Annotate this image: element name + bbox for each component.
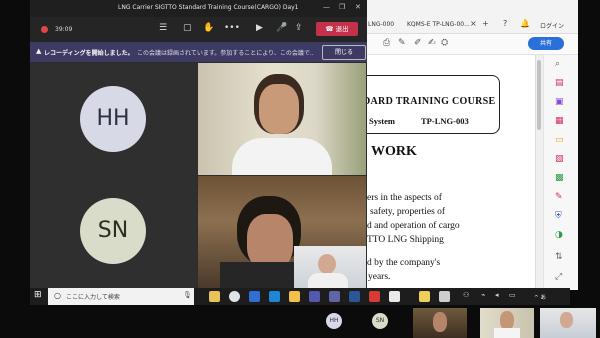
participants-icon[interactable]: ☰ [159,23,167,33]
self-view-person-face [318,254,336,274]
tray-ime-indicator[interactable]: ^ あ [534,293,546,301]
leave-label: 退出 [335,25,349,33]
taskbar-search-placeholder: ここに入力して検索 [66,294,120,301]
mini-video-2-shirt [494,328,520,338]
mini-video-3-face [560,312,573,328]
word-icon[interactable] [349,291,360,302]
doc-line-3: d and operation of cargo [367,221,460,231]
chat-icon[interactable]: ▢ [183,23,192,33]
warning-icon: ▲ [36,47,42,55]
doc-heading: WORK [371,144,417,159]
pdf-tab-2[interactable]: KQMS-E TP-LNG-00... [407,21,470,28]
mini-avatar-hh[interactable]: HH [326,313,342,329]
network-icon[interactable]: ⌁ [481,291,485,299]
comment-icon[interactable]: ✎ [398,38,406,48]
raise-hand-icon[interactable]: ✋ [203,23,214,33]
screen-right-edge [578,0,600,290]
share-button[interactable]: 共有 [528,37,564,50]
login-link[interactable]: ログイン [540,21,564,30]
outlook-icon[interactable] [249,291,260,302]
app-icon-2[interactable] [439,291,450,302]
edit-pdf-icon[interactable]: ▦ [555,116,564,126]
close-window-icon[interactable]: ✕ [355,3,361,11]
microphone-icon[interactable]: 🎤 [276,23,287,33]
teams-meeting-icon[interactable] [329,291,340,302]
fill-sign-icon[interactable]: ✎ [555,192,563,202]
chrome-icon[interactable] [229,291,240,302]
doc-line-6: years. [368,272,391,282]
battery-icon[interactable]: ▭ [509,291,516,299]
stamp-icon[interactable]: ⛭ [441,38,448,48]
doc-code: TP-LNG-003 [421,116,469,126]
doc-line-5: d by the company's [367,258,441,268]
sign-icon[interactable]: ✍ [428,38,436,48]
file-explorer-icon[interactable] [289,291,300,302]
camera-icon[interactable]: ▶ [256,23,263,33]
doc-line-2: safety, properties of [370,207,446,217]
avatar-hh: HH [80,86,146,152]
minimize-icon[interactable]: — [323,3,330,11]
self-view-person-body [308,273,348,288]
close-tab-icon[interactable]: × [470,19,477,28]
zoom-icon[interactable]: ⌕ [555,59,560,69]
pdf-tab-bar [365,0,600,34]
doc-course-title: DARD TRAINING COURSE [363,96,496,107]
window-title: LNG Carrier SIGTTO Standard Training Cou… [118,4,299,11]
voice-search-icon[interactable]: 🎙 [183,291,192,299]
acrobat-icon[interactable] [369,291,380,302]
mini-avatar-sn[interactable]: SN [372,313,388,329]
doc-line-1: ers in the aspects of [367,193,442,203]
recording-started-text: レコーディングを開始しました。 [44,50,134,57]
new-tab-icon[interactable]: + [482,19,489,28]
comment-tool-icon[interactable]: ▭ [555,135,564,145]
more-options-icon[interactable]: ••• [224,23,240,33]
expand-icon[interactable]: ⤢ [555,272,562,282]
meeting-timer: 39:09 [55,26,73,33]
people-icon[interactable]: ⚇ [463,291,469,299]
app-icon-1[interactable] [389,291,400,302]
phone-icon: ☎ [325,25,336,33]
maximize-icon[interactable]: ❐ [339,3,345,11]
teams-icon[interactable] [309,291,320,302]
pdf-tab-1[interactable]: LNG-000 [368,21,394,28]
video-1-person-face [259,84,299,134]
mini-video-1-face [433,312,447,332]
create-pdf-icon[interactable]: ▣ [555,97,564,107]
help-icon[interactable]: ? [503,19,507,28]
edge-icon[interactable] [269,291,280,302]
combine-icon[interactable]: ▧ [555,154,564,164]
share-screen-icon[interactable]: ⇪ [295,23,303,33]
search-icon: ○ [54,291,61,300]
close-notice-button[interactable]: 閉じる [322,45,366,60]
more-tools-icon[interactable]: ⇅ [555,252,563,262]
protect-icon[interactable]: ⛨ [555,211,562,221]
organize-icon[interactable]: ▩ [555,173,564,183]
video-1-person-shirt [232,138,332,175]
compress-icon[interactable]: ◑ [555,230,563,240]
task-view-icon[interactable] [209,291,220,302]
windows-start-icon[interactable]: ⊞ [34,290,42,300]
export-pdf-icon[interactable]: ▤ [555,78,564,88]
folder-icon[interactable] [419,291,430,302]
doc-line-4: TTO LNG Shipping [367,235,444,245]
volume-icon[interactable]: ◂ [495,291,499,299]
share-label: 共有 [539,40,552,47]
pdf-scroll-thumb[interactable] [537,60,541,130]
bell-icon[interactable]: 🔔 [520,19,530,28]
recording-indicator-icon [41,26,48,33]
recording-notice-text: この会議は録画されています。参加することにより、この会議で... [137,50,313,57]
leave-meeting-button[interactable]: ☎ 退出 [316,22,358,36]
highlight-icon[interactable]: ✐ [414,38,422,48]
avatar-sn: SN [80,198,146,264]
doc-system-label: System [369,116,395,126]
print-icon[interactable]: ⎙ [383,38,390,48]
